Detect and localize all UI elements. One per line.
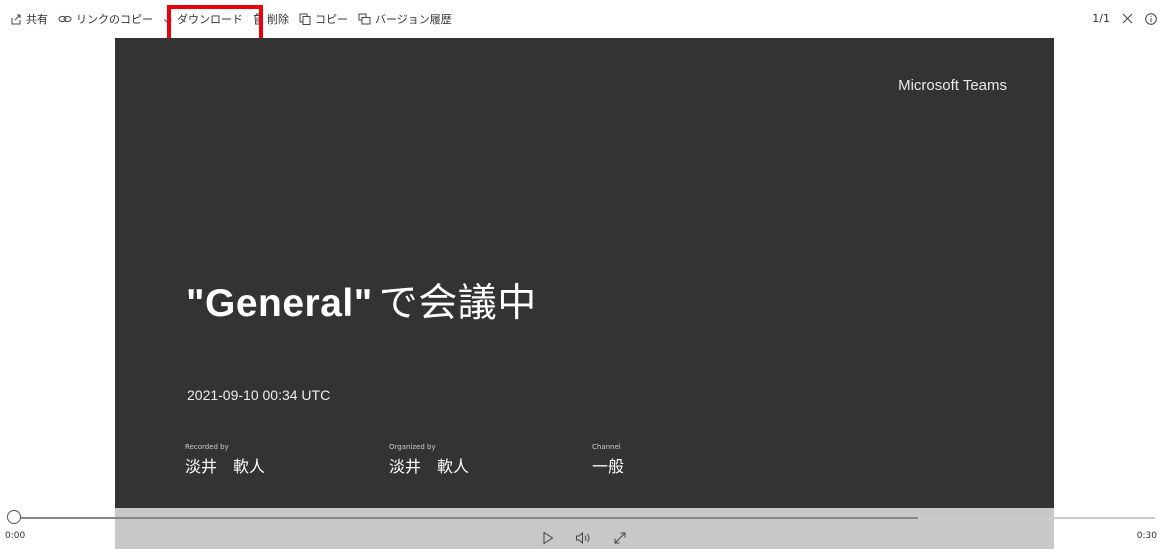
current-time: 0:00 [5,531,26,541]
channel: Channel 一般 [592,443,624,477]
delete-label: 削除 [267,13,289,26]
download-label: ダウンロード [177,13,243,26]
command-bar: 共有 リンクのコピー ダウンロード 削除 コピー バージョン履歴 [0,0,1163,38]
share-button[interactable]: 共有 [10,11,48,27]
info-icon[interactable] [1145,12,1157,25]
copy-link-label: リンクのコピー [76,13,153,26]
copy-label: コピー [315,13,348,26]
version-history-label: バージョン履歴 [375,13,452,26]
meeting-title-channel: "General" [186,282,373,325]
trash-icon [254,13,262,25]
share-label: 共有 [26,13,48,26]
meeting-datetime: 2021-09-10 00:34 UTC [187,387,331,403]
organized-by-caption: Organized by [389,443,436,451]
duration: 0:30 [1136,531,1157,541]
version-history-icon [358,13,371,25]
recorded-by-caption: Recorded by [185,443,229,451]
delete-button[interactable]: 削除 [253,11,289,27]
organized-by: Organized by 淡井 軟人 [389,443,469,477]
organized-by-value: 淡井 軟人 [389,457,470,476]
share-icon [11,14,21,25]
close-icon[interactable] [1122,13,1133,24]
channel-value: 一般 [592,457,625,476]
video-frame[interactable]: Microsoft Teams "General" で会議中 2021-09-10… [115,38,1054,508]
fullscreen-icon[interactable] [613,531,627,545]
version-history-button[interactable]: バージョン履歴 [358,11,452,27]
seek-handle[interactable] [7,510,21,524]
recorded-by: Recorded by 淡井 軟人 [185,443,265,477]
copy-button[interactable]: コピー [299,11,348,27]
copy-icon [299,13,311,25]
seek-bar-buffer [918,517,1155,519]
recorded-by-value: 淡井 軟人 [185,457,266,476]
page-indicator: 1/1 [1092,12,1110,25]
download-button[interactable]: ダウンロード [163,11,243,27]
link-icon [58,15,72,23]
meeting-title: "General" で会議中 [186,272,537,328]
download-icon [164,14,172,24]
play-icon[interactable] [542,531,554,545]
volume-icon[interactable] [575,531,593,545]
viewer-tools: 1/1 [1092,12,1157,25]
meeting-title-suffix: で会議中 [378,282,537,325]
copy-link-button[interactable]: リンクのコピー [58,11,153,27]
channel-caption: Channel [592,443,621,451]
brand-text: Microsoft Teams [898,77,1007,94]
